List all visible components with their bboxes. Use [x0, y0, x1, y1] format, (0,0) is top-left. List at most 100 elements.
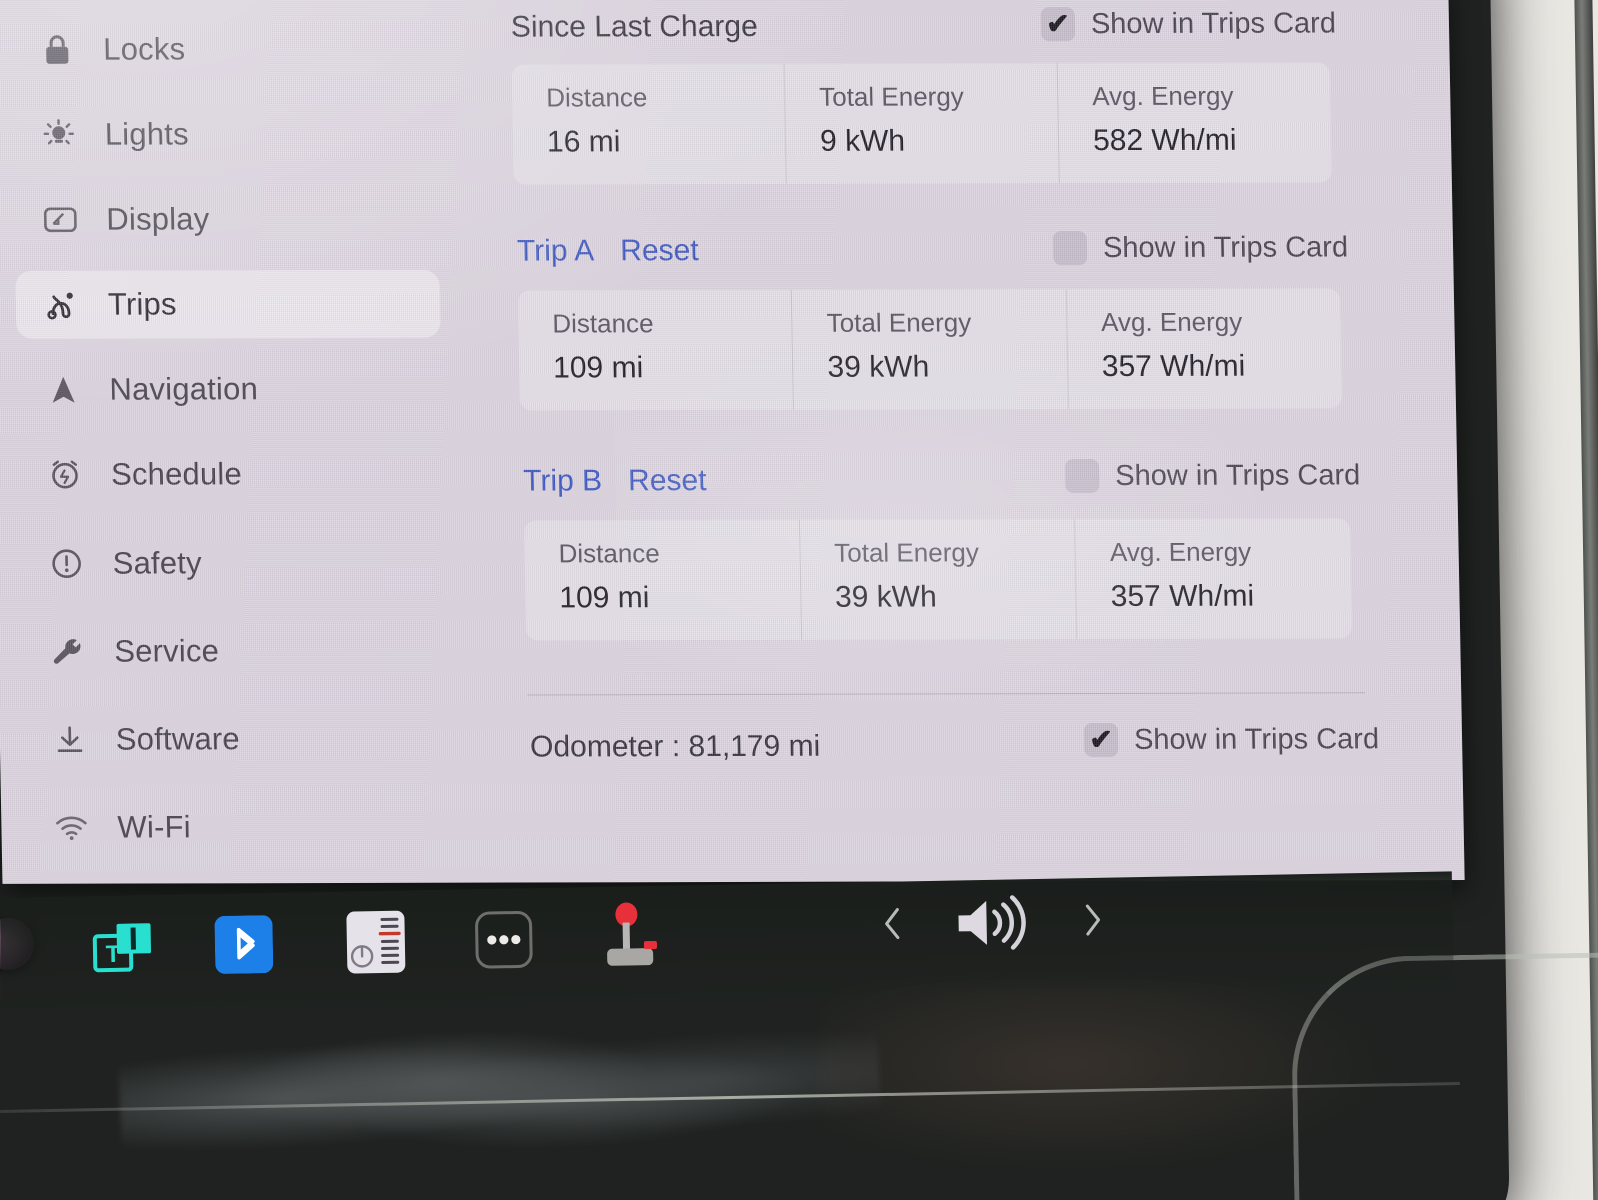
checkbox-checked[interactable]: ✔ [1040, 7, 1076, 42]
stat-label: Avg. Energy [1091, 80, 1234, 112]
stats-card-since-last-charge: Distance 16 mi Total Energy 9 kWh Avg. E… [511, 62, 1332, 185]
stat-value: 9 kWh [819, 124, 906, 158]
checkbox-unchecked[interactable] [1052, 231, 1088, 266]
stat-cell-avg-energy: Avg. Energy 357 Wh/mi [1065, 288, 1342, 410]
tesla-touchscreen: Locks Lights Display Trips Navigation Sc… [0, 0, 1465, 884]
stat-value: 109 mi [552, 351, 644, 385]
stats-card-trip-b: Distance 109 mi Total Energy 39 kWh Avg.… [523, 518, 1353, 641]
tesla-toolbox-icon[interactable]: T [86, 917, 159, 985]
stat-label: Avg. Energy [1100, 306, 1243, 338]
sidebar-item-wifi[interactable]: Wi-Fi [25, 793, 450, 862]
volume-speaker-icon[interactable] [950, 891, 1037, 960]
sidebar-item-label: Trips [107, 286, 177, 322]
show-in-trips-card-toggle-trip-b[interactable]: Show in Trips Card [1064, 458, 1361, 494]
settings-sidebar: Locks Lights Display Trips Navigation Sc… [0, 0, 473, 884]
alert-circle-icon [46, 544, 87, 584]
checkbox-label: Show in Trips Card [1102, 230, 1349, 264]
odometer-row: Odometer : 81,179 mi [530, 730, 821, 765]
stat-value: 582 Wh/mi [1092, 123, 1237, 158]
alarm-clock-icon [45, 455, 86, 495]
bottom-taskbar: T [0, 871, 1455, 1026]
stat-label: Distance [545, 82, 648, 113]
sidebar-item-safety[interactable]: Safety [20, 529, 445, 598]
sidebar-item-schedule[interactable]: Schedule [18, 440, 443, 509]
sidebar-item-trips[interactable]: Trips [15, 269, 441, 339]
download-icon [49, 720, 90, 760]
sidebar-item-software[interactable]: Software [23, 705, 448, 774]
lightbulb-icon [38, 115, 79, 155]
display-icon [40, 200, 81, 240]
sidebar-item-service[interactable]: Service [22, 617, 447, 686]
wrench-icon [48, 632, 89, 672]
svg-text:T: T [105, 941, 120, 968]
settings-screen: Locks Lights Display Trips Navigation Sc… [0, 0, 1465, 884]
trip-a-button[interactable]: Trip A [517, 234, 595, 268]
trips-route-icon [42, 285, 83, 325]
sidebar-item-label: Wi-Fi [117, 809, 192, 845]
checkbox-label: Show in Trips Card [1090, 6, 1337, 40]
stat-label: Avg. Energy [1109, 536, 1252, 567]
joystick-icon[interactable] [596, 900, 665, 978]
section-title: Since Last Charge [510, 9, 759, 44]
stat-label: Total Energy [833, 537, 980, 568]
checkbox-label: Show in Trips Card [1133, 722, 1380, 756]
more-dots-icon[interactable] [474, 910, 533, 974]
sidebar-item-label: Schedule [110, 456, 243, 492]
trips-panel: Since Last Charge ✔ Show in Trips Card D… [510, 0, 1407, 882]
sidebar-item-label: Navigation [109, 371, 259, 407]
sidebar-item-locks[interactable]: Locks [11, 15, 436, 84]
stat-cell-avg-energy: Avg. Energy 357 Wh/mi [1074, 518, 1353, 640]
section-divider [527, 692, 1366, 696]
odometer-text: Odometer : 81,179 mi [529, 729, 821, 764]
stat-label: Total Energy [818, 81, 965, 112]
sidebar-item-label: Display [106, 201, 210, 237]
stat-label: Distance [552, 308, 654, 339]
stats-card-trip-a: Distance 109 mi Total Energy 39 kWh Avg.… [517, 288, 1343, 411]
sidebar-item-label: Locks [102, 31, 186, 67]
section-header-trip-b: Trip B Reset [523, 464, 707, 498]
stat-cell-total-energy: Total Energy 39 kWh [791, 289, 1068, 410]
climate-slider-icon[interactable] [344, 909, 407, 981]
checkbox-unchecked[interactable] [1064, 459, 1100, 494]
section-header-since-last-charge: Since Last Charge [511, 10, 758, 45]
section-header-trip-a: Trip A Reset [517, 234, 699, 268]
bluetooth-icon[interactable] [214, 915, 274, 979]
stat-value: 39 kWh [834, 580, 938, 614]
check-mark-icon: ✔ [1045, 8, 1070, 40]
show-in-trips-card-toggle-trip-a[interactable]: Show in Trips Card [1052, 230, 1349, 266]
photo-scene: Locks Lights Display Trips Navigation Sc… [0, 0, 1598, 1200]
stat-label: Total Energy [826, 307, 972, 338]
check-mark-icon: ✔ [1089, 723, 1114, 756]
stat-cell-distance: Distance 16 mi [512, 64, 786, 185]
show-in-trips-card-toggle-odometer[interactable]: ✔ Show in Trips Card [1083, 722, 1380, 758]
stat-value: 39 kWh [827, 350, 930, 384]
sidebar-item-display[interactable]: Display [14, 185, 439, 254]
stat-label: Distance [558, 538, 660, 569]
sidebar-item-label: Service [113, 633, 220, 669]
navigation-arrow-icon [43, 370, 84, 410]
stat-cell-distance: Distance 109 mi [524, 520, 801, 641]
checkbox-checked[interactable]: ✔ [1083, 722, 1119, 758]
checkbox-label: Show in Trips Card [1114, 458, 1361, 492]
stat-cell-total-energy: Total Energy 39 kWh [798, 519, 1077, 640]
chevron-left-icon[interactable] [878, 903, 907, 949]
trip-a-reset-button[interactable]: Reset [620, 234, 699, 268]
stat-value: 357 Wh/mi [1101, 349, 1246, 384]
chevron-right-icon[interactable] [1078, 900, 1107, 946]
sidebar-item-label: Lights [104, 116, 190, 152]
stat-cell-avg-energy: Avg. Energy 582 Wh/mi [1056, 62, 1332, 184]
show-in-trips-card-toggle-since-last-charge[interactable]: ✔ Show in Trips Card [1040, 6, 1337, 42]
stat-value: 16 mi [546, 125, 621, 159]
sidebar-item-navigation[interactable]: Navigation [17, 355, 442, 424]
wifi-icon [51, 808, 92, 848]
lock-icon [37, 30, 78, 70]
trip-b-reset-button[interactable]: Reset [628, 464, 707, 498]
stat-cell-distance: Distance 109 mi [518, 290, 794, 411]
sidebar-item-label: Software [115, 721, 241, 757]
stat-value: 357 Wh/mi [1110, 579, 1255, 613]
stat-value: 109 mi [559, 581, 650, 615]
trip-b-button[interactable]: Trip B [523, 464, 603, 498]
sidebar-item-lights[interactable]: Lights [12, 100, 437, 169]
sidebar-item-label: Safety [112, 545, 203, 581]
stat-cell-total-energy: Total Energy 9 kWh [783, 63, 1059, 184]
